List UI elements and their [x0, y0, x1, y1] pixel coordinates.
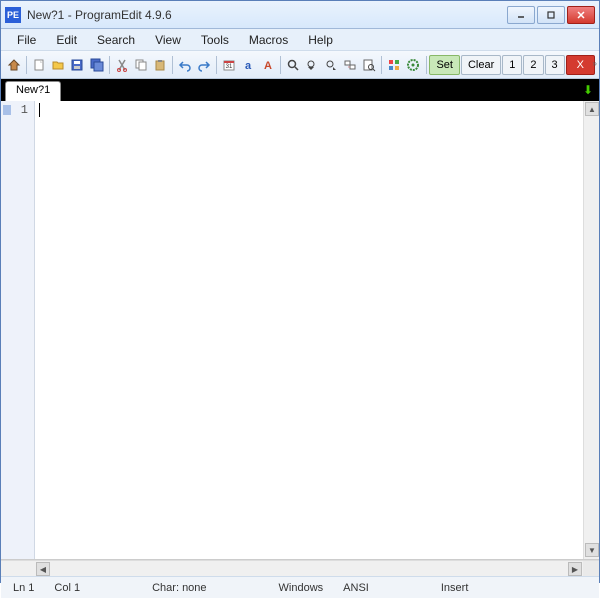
uppercase-icon[interactable]: A	[259, 55, 277, 75]
tabbar: New?1 ⬇	[1, 79, 599, 101]
save-all-icon[interactable]	[88, 55, 106, 75]
scroll-left-icon[interactable]: ◀	[36, 562, 50, 576]
toolbar-overflow-icon[interactable]: »	[593, 59, 597, 68]
titlebar: PE New?1 - ProgramEdit 4.9.6	[1, 1, 599, 29]
scroll-right-icon[interactable]: ▶	[568, 562, 582, 576]
replace-icon[interactable]	[341, 55, 359, 75]
line-gutter: 1	[1, 101, 35, 559]
clear-button[interactable]: Clear	[461, 55, 501, 75]
close-button[interactable]	[567, 6, 595, 24]
toolbar: 31 a A Set Clear 1 2 3 X »	[1, 51, 599, 79]
window-controls	[507, 6, 595, 24]
status-encoding: ANSI	[339, 582, 373, 594]
x-button[interactable]: X	[566, 55, 595, 75]
svg-text:31: 31	[226, 64, 233, 70]
color-grid-icon[interactable]	[385, 55, 403, 75]
cut-icon[interactable]	[113, 55, 131, 75]
gear-icon[interactable]	[404, 55, 422, 75]
menu-edit[interactable]: Edit	[46, 30, 87, 50]
menu-tools[interactable]: Tools	[191, 30, 239, 50]
redo-icon[interactable]	[195, 55, 213, 75]
vertical-scrollbar[interactable]: ▲ ▼	[583, 101, 599, 559]
tab-new1[interactable]: New?1	[5, 81, 61, 101]
horizontal-scrollbar[interactable]: ◀ ▶	[1, 560, 599, 576]
minimize-button[interactable]	[507, 6, 535, 24]
undo-icon[interactable]	[176, 55, 194, 75]
svg-text:A: A	[264, 60, 272, 72]
menu-help[interactable]: Help	[298, 30, 343, 50]
search-prev-icon[interactable]	[303, 55, 321, 75]
new-file-icon[interactable]	[30, 55, 48, 75]
statusbar: Ln 1 Col 1 Char: none Windows ANSI Inser…	[1, 576, 599, 598]
svg-text:a: a	[245, 60, 252, 72]
maximize-button[interactable]	[537, 6, 565, 24]
menubar: File Edit Search View Tools Macros Help	[1, 29, 599, 51]
window-title: New?1 - ProgramEdit 4.9.6	[27, 8, 507, 22]
lowercase-icon[interactable]: a	[239, 55, 257, 75]
save-icon[interactable]	[68, 55, 86, 75]
paste-icon[interactable]	[151, 55, 169, 75]
download-icon[interactable]: ⬇	[583, 83, 593, 97]
scroll-up-icon[interactable]: ▲	[585, 102, 599, 116]
menu-file[interactable]: File	[7, 30, 46, 50]
text-editor[interactable]	[35, 101, 583, 559]
status-col: Col 1	[50, 582, 84, 594]
home-icon[interactable]	[5, 55, 23, 75]
scroll-down-icon[interactable]: ▼	[585, 543, 599, 557]
status-line: Ln 1	[9, 582, 38, 594]
search-icon[interactable]	[284, 55, 302, 75]
search-next-icon[interactable]	[322, 55, 340, 75]
bookmark-marker	[3, 105, 11, 115]
copy-icon[interactable]	[132, 55, 150, 75]
app-icon: PE	[5, 7, 21, 23]
open-file-icon[interactable]	[49, 55, 67, 75]
bookmark-2-button[interactable]: 2	[523, 55, 543, 75]
menu-search[interactable]: Search	[87, 30, 145, 50]
status-mode: Insert	[437, 582, 473, 594]
bookmark-1-button[interactable]: 1	[502, 55, 522, 75]
menu-view[interactable]: View	[145, 30, 191, 50]
find-in-files-icon[interactable]	[360, 55, 378, 75]
menu-macros[interactable]: Macros	[239, 30, 298, 50]
status-char: Char: none	[148, 582, 210, 594]
set-button[interactable]: Set	[429, 55, 460, 75]
status-platform: Windows	[275, 582, 328, 594]
editor-area: 1 ▲ ▼	[1, 101, 599, 560]
text-cursor	[39, 103, 40, 117]
calendar-icon[interactable]: 31	[220, 55, 238, 75]
bookmark-3-button[interactable]: 3	[545, 55, 565, 75]
